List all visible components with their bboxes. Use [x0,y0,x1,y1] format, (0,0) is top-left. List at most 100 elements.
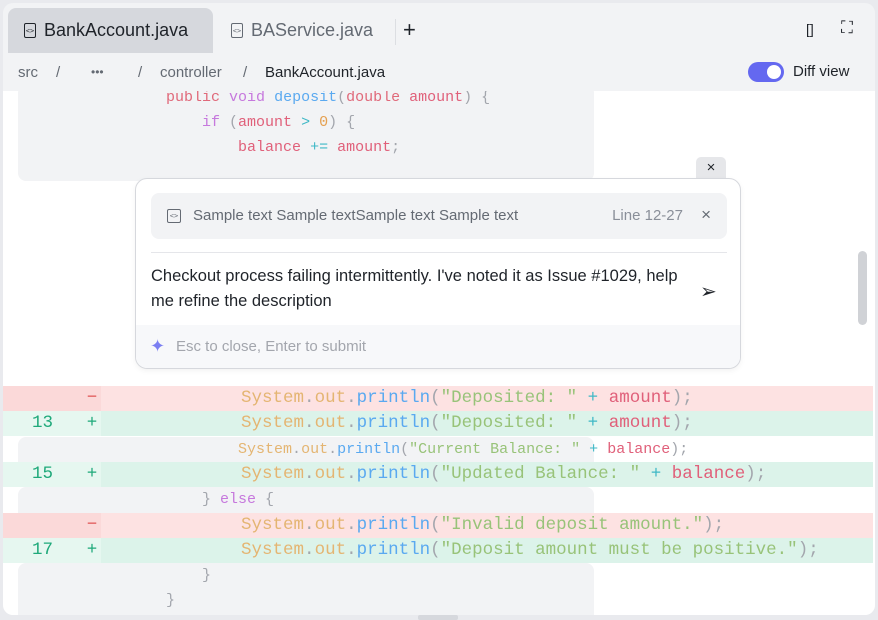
resize-handle[interactable] [418,615,458,620]
code-token: "Current Balance: " [409,440,581,458]
code-token: println [356,463,431,484]
code-token: ) { [463,91,491,106]
code-token: "Deposit amount must be positive." [440,539,798,560]
diff-marker: + [86,413,98,434]
diff-line-added: 15 + System.out.println("Updated Balance:… [3,461,873,487]
scrollbar[interactable] [858,251,867,325]
breadcrumb-src[interactable]: src [18,64,38,81]
line-gutter [18,110,116,135]
split-view-icon[interactable]: [] [806,21,814,37]
fullscreen-icon[interactable]: ⛶ [841,18,853,38]
code-token: amount [409,91,464,106]
code-token: + [589,440,599,458]
code-token: . [304,463,315,484]
add-tab-button[interactable]: + [403,17,416,43]
code-token: ) { [328,114,356,131]
breadcrumb-ellipsis[interactable]: ••• [91,65,104,79]
code-token: . [292,440,302,458]
code-token: System [241,539,305,560]
line-gutter [18,437,116,462]
breadcrumb: src / ••• / controller / BankAccount.jav… [3,53,875,91]
code-token: out [314,388,347,408]
close-popup-button[interactable]: × [696,157,726,179]
line-code: balance += amount; [130,135,400,160]
line-code: System.out.println("Deposit amount must … [115,538,819,563]
line-gutter [18,588,116,613]
diff-marker: + [86,539,98,560]
line-number: 15 [31,463,53,484]
code-token: println [356,539,431,560]
code-token: . [304,388,315,408]
prompt-input[interactable]: Checkout process failing intermittently.… [151,264,681,314]
code-token: . [346,388,357,408]
diff-view-label: Diff view [793,63,850,80]
code-token: System [241,514,305,535]
code-token: ( [430,539,441,560]
context-line-range: Line 12-27 [612,207,683,224]
code-token: ); [670,440,689,458]
code-file-icon: <> [167,209,181,223]
line-gutter [18,487,116,512]
line-code: System.out.println("Deposited: " + amoun… [115,386,693,411]
code-token: > [301,114,311,131]
code-token: + [587,388,599,408]
code-token: "Deposited: " [440,388,578,408]
code-token: balance [607,440,671,458]
code-token: + [587,413,599,434]
diff-view-toggle[interactable] [748,62,784,82]
diff-line-removed: − System.out.println("Deposited: " + amo… [3,386,873,411]
code-token: out [314,514,347,535]
code-token: . [304,514,315,535]
code-token: ; [391,139,401,156]
code-token: System [241,388,305,408]
code-token: println [356,413,431,434]
code-token: . [346,514,357,535]
line-code: } [130,588,175,613]
diff-marker: − [86,514,98,535]
code-token: "Invalid deposit amount." [440,514,704,535]
code-token: } [202,567,212,585]
code-token: . [346,413,357,434]
send-icon[interactable]: ➢ [700,279,717,304]
context-text: Sample text Sample textSample text Sampl… [193,207,519,224]
line-gutter [18,563,116,588]
sparkle-icon: ✦ [150,336,166,356]
context-chip: <> Sample text Sample textSample text Sa… [151,193,727,239]
tab-bar: <> BankAccount.java <> BAService.java + []… [3,3,875,53]
code-token: } [166,592,176,610]
remove-context-button[interactable]: × [701,205,711,225]
code-token: ( [430,514,441,535]
code-token: out [314,413,347,434]
breadcrumb-controller[interactable]: controller [160,64,222,81]
tab-bankaccount[interactable]: <> BankAccount.java [8,8,213,53]
code-token: balance [671,463,746,484]
line-gutter [18,91,116,110]
diff-marker: + [86,463,98,484]
code-token: ( [430,463,441,484]
code-token: if [202,114,221,131]
code-token: amount [238,114,293,131]
code-token: balance [238,139,302,156]
line-code: System.out.println("Deposited: " + amoun… [115,411,693,436]
code-token: ( [400,440,410,458]
code-token: System [238,440,293,458]
line-gutter [18,135,116,160]
code-line: 19 } [18,588,594,615]
code-token: . [304,539,315,560]
tab-baservice[interactable]: <> BAService.java [215,8,389,53]
diff-marker: − [86,388,98,408]
code-token: ); [671,388,693,408]
code-line: 12 balance += amount; [18,135,594,181]
line-code: } [130,563,211,588]
